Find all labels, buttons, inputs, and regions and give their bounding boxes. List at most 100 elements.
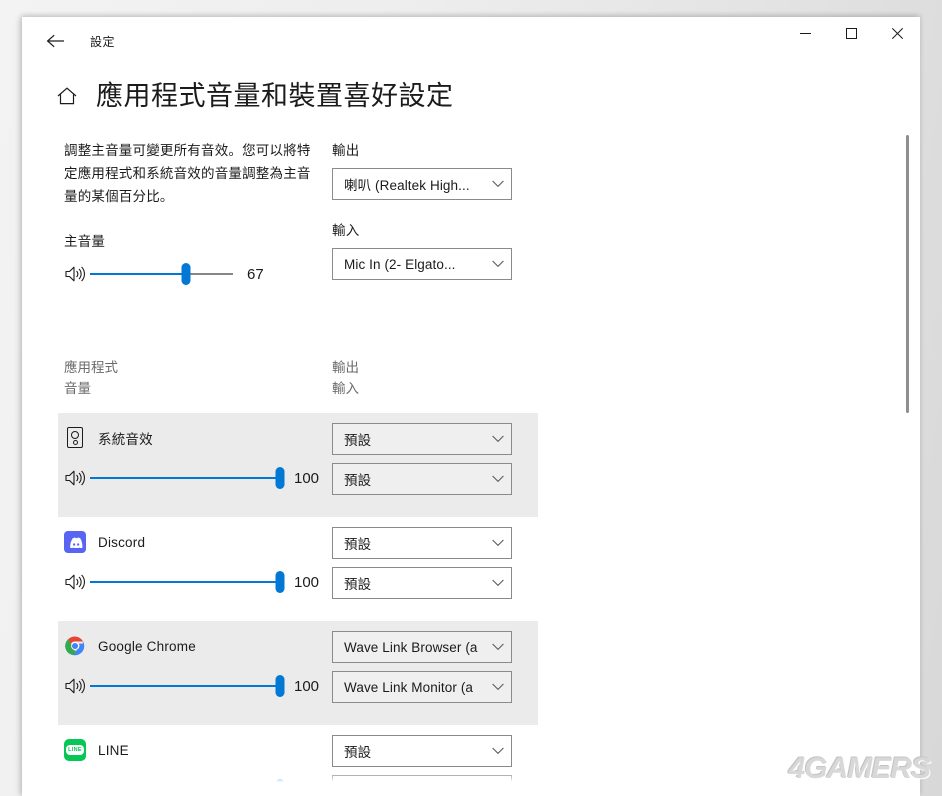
scrollbar-thumb[interactable] (906, 135, 909, 413)
app-output-select[interactable]: 預設 (332, 423, 512, 455)
close-icon (891, 27, 903, 39)
app-input-select[interactable]: 預設 (332, 567, 512, 599)
app-list: 系統音效 100 預設 預設 Discord 100 預設 預設 Google Chrome 10… (58, 413, 920, 796)
master-volume-label: 主音量 (64, 234, 106, 249)
chevron-down-icon (485, 260, 511, 268)
app-input-select[interactable]: Wave Link Monitor (a (332, 671, 512, 703)
app-name: Discord (98, 534, 146, 550)
system-sounds-icon (64, 427, 86, 449)
slider-thumb[interactable] (275, 779, 285, 796)
input-device-select[interactable]: Mic In (2- Elgato... (332, 248, 512, 280)
app-row-left: Google Chrome 100 (64, 631, 332, 711)
app-volume-value: 100 (294, 573, 320, 591)
chevron-down-icon (485, 539, 511, 547)
app-volume-slider[interactable] (90, 467, 285, 489)
app-input-value: 預設 (344, 785, 372, 796)
app-row-left: 系統音效 100 (64, 423, 332, 503)
master-section: 調整主音量可變更所有音效。您可以將特定應用程式和系統音效的音量調整為主音量的某個… (64, 139, 920, 289)
minimize-icon (799, 32, 811, 34)
app-name: 系統音效 (98, 432, 153, 447)
slider-thumb[interactable] (275, 675, 285, 697)
maximize-button[interactable] (828, 17, 874, 49)
speaker-icon (64, 468, 90, 488)
slider-thumb[interactable] (275, 571, 285, 593)
app-row: LINE LINE 100 預設 預設 (58, 725, 538, 796)
app-row: 系統音效 100 預設 預設 (58, 413, 538, 517)
output-device-select[interactable]: 喇叭 (Realtek High... (332, 168, 512, 200)
app-row: Google Chrome 100 Wave Link Browser (a Wave… (58, 621, 538, 725)
slider-fill (90, 685, 280, 687)
minimize-button[interactable] (782, 17, 828, 49)
app-volume-slider[interactable] (90, 675, 285, 697)
app-output-select[interactable]: 預設 (332, 527, 512, 559)
caption-buttons (782, 17, 920, 49)
app-input-value: Wave Link Monitor (a (344, 679, 474, 695)
app-header: Discord (64, 527, 332, 557)
slider-fill (90, 477, 280, 479)
app-volume-value: 100 (294, 469, 320, 487)
chevron-down-icon (485, 683, 511, 691)
chevron-down-icon (485, 435, 511, 443)
title-bar: 設定 (22, 17, 920, 65)
app-input-select[interactable]: 預設 (332, 775, 512, 796)
app-header: 系統音效 (64, 423, 332, 453)
app-row-right: 預設 預設 (332, 527, 532, 607)
slider-fill (90, 581, 280, 583)
content-area: 調整主音量可變更所有音效。您可以將特定應用程式和系統音效的音量調整為主音量的某個… (22, 113, 920, 796)
slider-thumb[interactable] (275, 467, 285, 489)
app-title: 設定 (90, 34, 116, 49)
app-list-header: 應用程式 音量 輸出 輸入 (64, 357, 920, 413)
app-row-right: Wave Link Browser (a Wave Link Monitor (a (332, 631, 532, 711)
master-volume-value: 67 (247, 265, 264, 283)
vertical-scrollbar[interactable] (902, 77, 914, 796)
app-output-value: 預設 (344, 433, 372, 448)
app-volume-value: 100 (294, 677, 320, 695)
chevron-down-icon (485, 787, 511, 795)
chrome-icon (64, 635, 86, 657)
app-row-left: LINE LINE 100 (64, 735, 332, 796)
chevron-down-icon (485, 643, 511, 651)
back-button[interactable] (32, 25, 78, 57)
app-volume-row: 100 (64, 671, 332, 701)
discord-icon (64, 531, 86, 553)
app-volume-slider[interactable] (90, 571, 285, 593)
output-device-label: 輸出 (332, 143, 360, 158)
slider-thumb[interactable] (181, 263, 191, 285)
app-header: Google Chrome (64, 631, 332, 661)
chevron-down-icon (485, 579, 511, 587)
app-name: Google Chrome (98, 638, 196, 654)
close-button[interactable] (874, 17, 920, 49)
app-output-value: 預設 (344, 537, 372, 552)
app-volume-slider[interactable] (90, 779, 285, 796)
chevron-down-icon (485, 747, 511, 755)
speaker-icon (64, 780, 90, 796)
chevron-down-icon (485, 180, 511, 188)
app-input-value: 預設 (344, 473, 372, 488)
app-row: Discord 100 預設 預設 (58, 517, 538, 621)
speaker-icon (64, 264, 90, 284)
speaker-icon (64, 676, 90, 696)
app-output-select[interactable]: 預設 (332, 735, 512, 767)
maximize-icon (845, 27, 857, 39)
app-volume-value: 100 (294, 781, 320, 796)
input-device-label: 輸入 (332, 223, 360, 238)
app-row-right: 預設 預設 (332, 735, 532, 796)
master-volume-slider[interactable] (90, 263, 233, 285)
home-icon[interactable] (52, 81, 82, 111)
chevron-down-icon (485, 475, 511, 483)
app-output-value: 預設 (344, 745, 372, 760)
app-output-value: Wave Link Browser (a (344, 639, 478, 655)
slider-fill (90, 789, 280, 791)
header-app: 應用程式 (64, 360, 118, 375)
back-arrow-icon (46, 33, 65, 49)
app-volume-row: 100 (64, 463, 332, 493)
app-volume-row: 100 (64, 775, 332, 796)
output-device-value: 喇叭 (Realtek High... (344, 178, 470, 193)
header-input: 輸入 (332, 381, 359, 396)
app-input-select[interactable]: 預設 (332, 463, 512, 495)
page-description: 調整主音量可變更所有音效。您可以將特定應用程式和系統音效的音量調整為主音量的某個… (64, 143, 311, 204)
app-output-select[interactable]: Wave Link Browser (a (332, 631, 512, 663)
app-row-left: Discord 100 (64, 527, 332, 607)
header-volume: 音量 (64, 381, 91, 396)
app-volume-row: 100 (64, 567, 332, 597)
